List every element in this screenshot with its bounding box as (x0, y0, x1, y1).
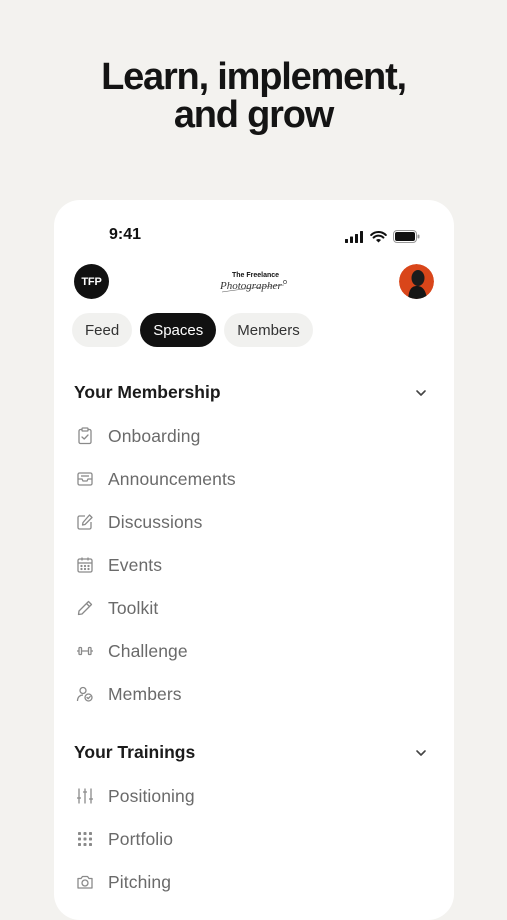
tab-spaces[interactable]: Spaces (140, 313, 217, 347)
inbox-icon (74, 468, 96, 490)
membership-section-header[interactable]: Your Membership (74, 382, 434, 406)
camera-icon (74, 871, 96, 893)
status-bar: 9:41 (54, 226, 454, 244)
space-item-announcements[interactable]: Announcements (74, 465, 374, 493)
training-item-label: Portfolio (108, 828, 174, 849)
clipboard-check-icon (74, 425, 96, 447)
space-item-members[interactable]: Members (74, 680, 374, 708)
signal-icon (345, 230, 363, 243)
space-item-events[interactable]: Events (74, 551, 374, 579)
sliders-icon (74, 785, 96, 807)
chevron-down-icon[interactable] (414, 746, 428, 760)
user-avatar[interactable] (399, 264, 434, 299)
training-item-portfolio[interactable]: Portfolio (74, 825, 374, 853)
brand-avatar[interactable]: TFP (74, 264, 109, 299)
battery-icon (393, 230, 420, 243)
app-header: TFP The Freelance Photographer (54, 264, 454, 300)
training-item-pitching[interactable]: Pitching (74, 868, 374, 896)
tab-members[interactable]: Members (224, 313, 313, 347)
dumbbell-icon (74, 640, 96, 662)
tab-bar: Feed Spaces Members (72, 313, 313, 347)
wifi-icon (370, 230, 387, 242)
tab-feed[interactable]: Feed (72, 313, 133, 347)
calendar-icon (74, 554, 96, 576)
brand-logo: The Freelance Photographer (219, 272, 287, 293)
chevron-down-icon[interactable] (414, 386, 428, 400)
svg-text:The Freelance: The Freelance (232, 272, 279, 279)
headline-line-2: and grow (173, 94, 334, 136)
training-item-label: Pitching (108, 871, 172, 892)
status-time: 9:41 (109, 226, 142, 243)
status-icons (345, 230, 420, 243)
space-item-toolkit[interactable]: Toolkit (74, 594, 374, 622)
space-item-label: Discussions (108, 511, 203, 532)
space-item-label: Announcements (108, 468, 236, 489)
membership-section-title: Your Membership (74, 382, 221, 402)
training-item-positioning[interactable]: Positioning (74, 782, 374, 810)
trainings-section-header[interactable]: Your Trainings (74, 742, 434, 766)
users-icon (74, 683, 96, 705)
edit-icon (74, 511, 96, 533)
space-item-discussions[interactable]: Discussions (74, 508, 374, 536)
grid-icon (74, 828, 96, 850)
space-item-onboarding[interactable]: Onboarding (74, 422, 374, 450)
trainings-section-title: Your Trainings (74, 742, 196, 762)
space-item-challenge[interactable]: Challenge (74, 637, 374, 665)
headline: Learn, implement, and grow (0, 58, 507, 134)
space-item-label: Challenge (108, 640, 188, 661)
training-item-label: Positioning (108, 785, 195, 806)
pen-icon (74, 597, 96, 619)
headline-line-1: Learn, implement, (101, 56, 407, 98)
space-item-label: Toolkit (108, 597, 159, 618)
space-item-label: Members (108, 683, 182, 704)
space-item-label: Events (108, 554, 163, 575)
space-item-label: Onboarding (108, 425, 201, 446)
phone-screen: 9:41 TFP The Freelance Photographer Feed… (54, 200, 454, 920)
